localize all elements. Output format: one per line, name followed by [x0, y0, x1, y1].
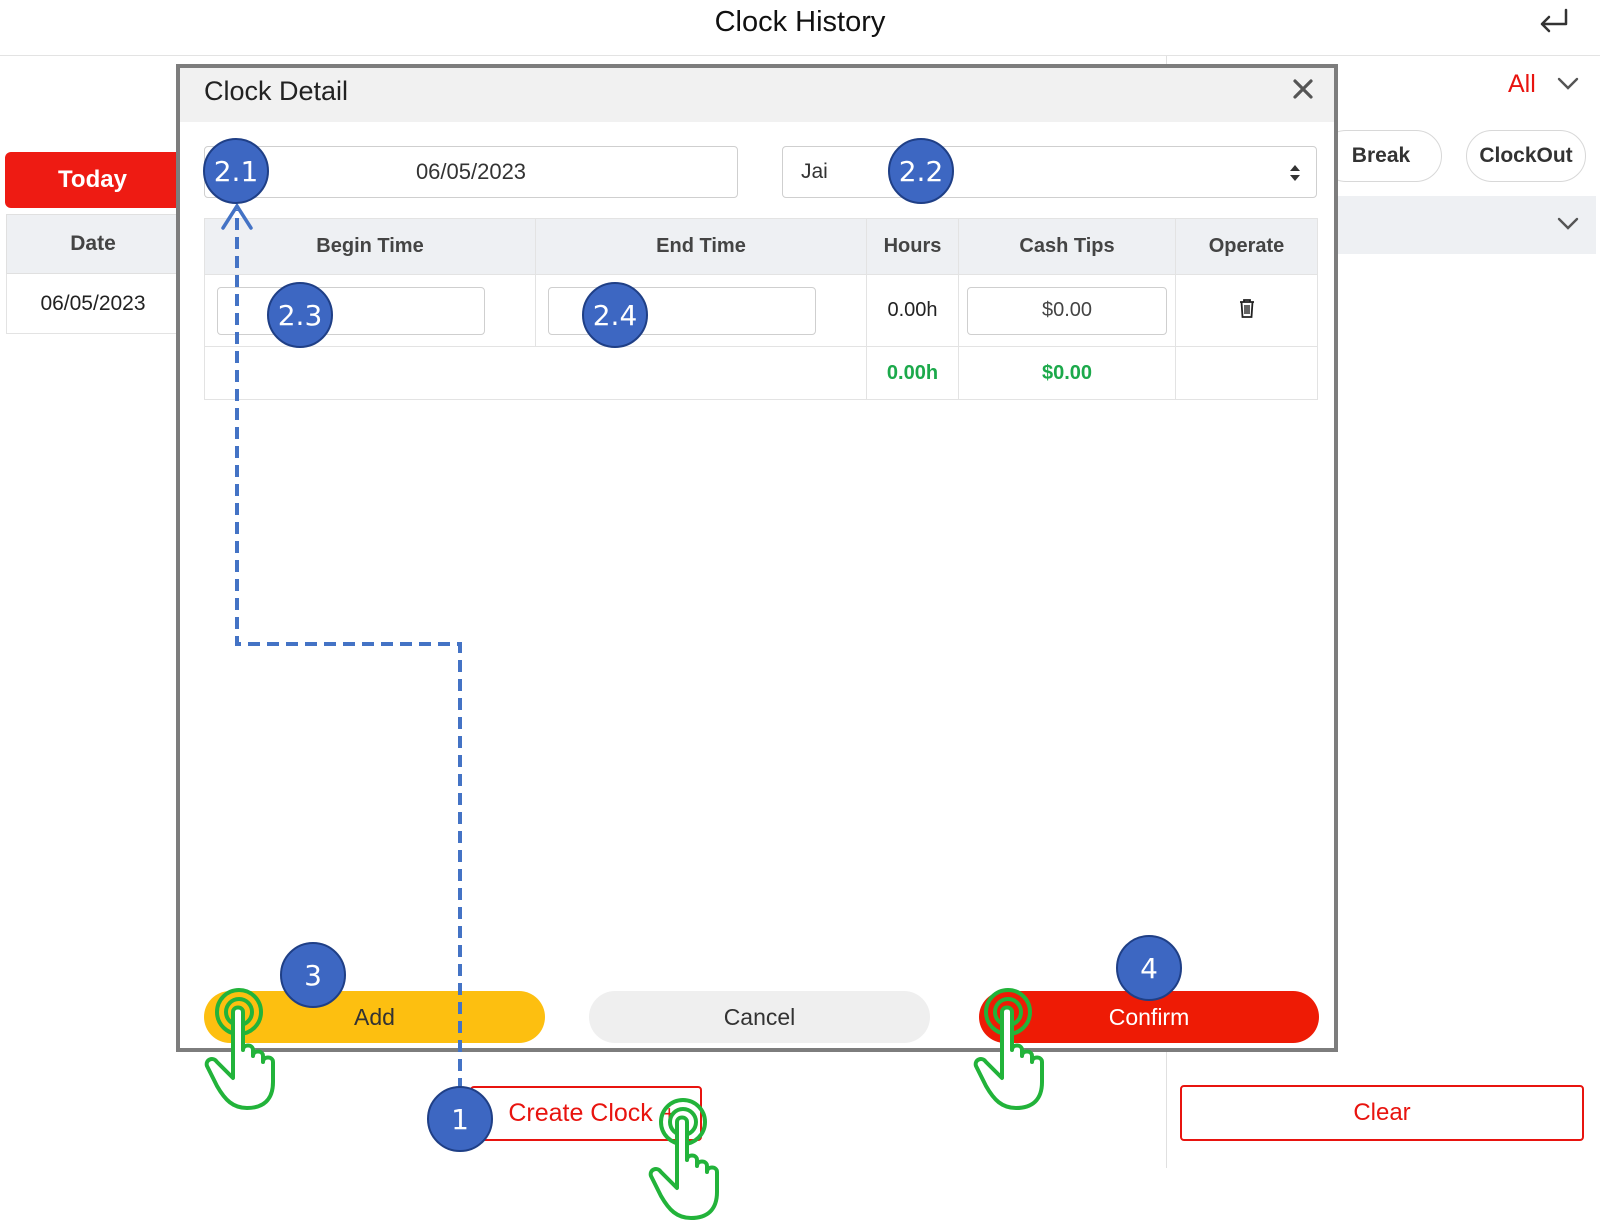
page-title: Clock History [714, 6, 886, 38]
close-icon[interactable] [1292, 78, 1314, 100]
cash-tips-input[interactable]: $0.00 [967, 286, 1167, 335]
total-row: 0.00h $0.00 [204, 346, 1318, 400]
clock-table: Begin Time End Time Hours Cash Tips Oper… [204, 218, 1318, 400]
cancel-button[interactable]: Cancel [589, 991, 930, 1043]
sort-arrows-icon [1290, 165, 1300, 181]
begin-time-input[interactable] [217, 286, 485, 335]
clockout-filter-chip[interactable]: ClockOut [1466, 130, 1586, 182]
total-tips: $0.00 [958, 346, 1176, 400]
end-time-header: End Time [535, 218, 867, 275]
step-2-3-badge: 2.3 [267, 282, 333, 348]
hours-value: 0.00h [866, 274, 959, 347]
top-bar: Clock History [0, 0, 1600, 56]
hours-header: Hours [866, 218, 959, 275]
cash-tips-header: Cash Tips [958, 218, 1176, 275]
tap-hand-icon [973, 988, 1044, 1110]
step-2-1-badge: 2.1 [203, 138, 269, 204]
today-button[interactable]: Today [5, 152, 180, 208]
chevron-down-icon[interactable] [1557, 216, 1579, 232]
date-list-item[interactable]: 06/05/2023 [6, 274, 180, 334]
chevron-down-icon[interactable] [1557, 76, 1579, 92]
tap-hand-icon [648, 1098, 719, 1220]
clock-detail-modal: Clock Detail 06/05/2023 Jai Begin Time E… [176, 64, 1338, 1052]
table-header-row: Begin Time End Time Hours Cash Tips Oper… [204, 218, 1318, 275]
date-input[interactable]: 06/05/2023 [204, 146, 738, 198]
date-column-header: Date [6, 214, 180, 274]
step-3-badge: 3 [280, 942, 346, 1008]
step-1-badge: 1 [427, 1086, 493, 1152]
tap-hand-icon [204, 988, 275, 1110]
break-filter-chip[interactable]: Break [1320, 130, 1442, 182]
step-2-2-badge: 2.2 [888, 138, 954, 204]
clear-button[interactable]: Clear [1180, 1085, 1584, 1141]
return-arrow-icon[interactable] [1536, 4, 1574, 40]
begin-time-header: Begin Time [204, 218, 536, 275]
operate-header: Operate [1175, 218, 1318, 275]
step-4-badge: 4 [1116, 935, 1182, 1001]
total-hours: 0.00h [866, 346, 959, 400]
employee-select-value: Jai [801, 160, 828, 183]
create-clock-label: Create Clock [508, 1099, 653, 1127]
modal-header: Clock Detail [180, 68, 1334, 122]
table-row: 0.00h $0.00 [204, 274, 1318, 347]
trash-icon[interactable] [1238, 298, 1256, 318]
step-2-4-badge: 2.4 [582, 282, 648, 348]
employee-select[interactable]: Jai [782, 146, 1317, 198]
filter-select-value[interactable]: All [1508, 70, 1536, 99]
modal-title: Clock Detail [204, 76, 349, 106]
